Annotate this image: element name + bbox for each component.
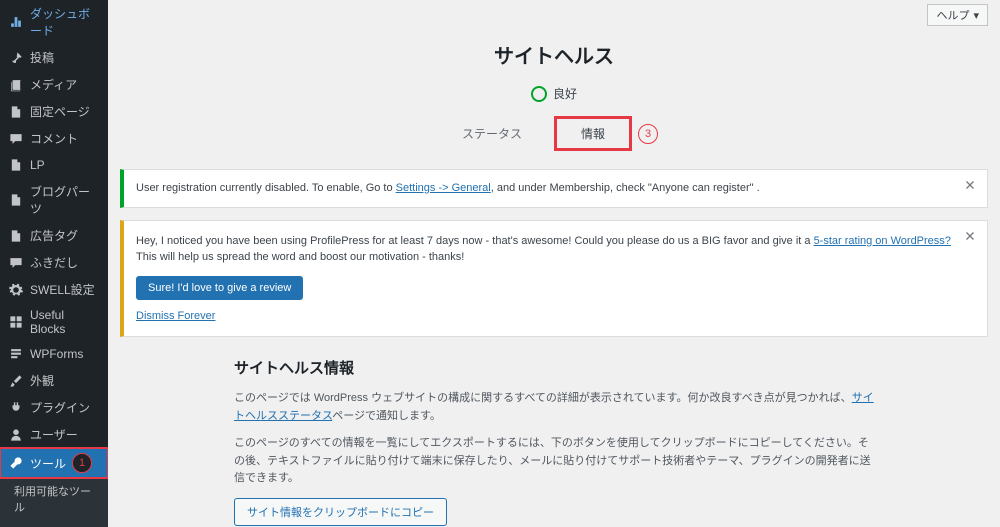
sidebar-item-WPForms[interactable]: WPForms: [0, 341, 108, 367]
sidebar-item-ダッシュボード[interactable]: ダッシュボード: [0, 0, 108, 44]
sidebar-item-ユーザー[interactable]: ユーザー: [0, 421, 108, 448]
page-title: サイトヘルス: [120, 40, 988, 69]
sidebar-item-label: ユーザー: [30, 426, 78, 443]
help-toggle[interactable]: ヘルプ ▾: [927, 4, 988, 26]
sidebar-item-SWELL設定[interactable]: SWELL設定: [0, 276, 108, 303]
sidebar-item-label: SWELL設定: [30, 281, 95, 298]
sidebar-item-label: 固定ページ: [30, 103, 90, 120]
page-icon: [8, 228, 24, 244]
status-circle-icon: [531, 86, 547, 102]
sidebar-item-label: Useful Blocks: [30, 308, 100, 336]
info-section-title: サイトヘルス情報: [234, 357, 874, 378]
sidebar-item-label: ブログパーツ: [30, 183, 100, 217]
dashboard-icon: [8, 14, 24, 30]
blocks-icon: [8, 314, 24, 330]
notice-registration: User registration currently disabled. To…: [120, 169, 988, 208]
info-desc-2: このページのすべての情報を一覧にしてエクスポートするには、下のボタンを使用してク…: [234, 435, 874, 488]
sidebar-item-ツール[interactable]: ツール 1: [0, 448, 108, 478]
chevron-down-icon: ▾: [973, 9, 979, 22]
status-label: 良好: [553, 85, 577, 102]
sidebar-item-ふきだし[interactable]: ふきだし: [0, 249, 108, 276]
settings-general-link[interactable]: Settings -> General: [396, 182, 491, 194]
sidebar-item-投稿[interactable]: 投稿: [0, 44, 108, 71]
sidebar-item-LP[interactable]: LP: [0, 152, 108, 178]
form-icon: [8, 346, 24, 362]
sidebar-item-メディア[interactable]: メディア: [0, 71, 108, 98]
sidebar-item-label: ダッシュボード: [30, 5, 100, 39]
sidebar-item-広告タグ[interactable]: 広告タグ: [0, 222, 108, 249]
sidebar-item-ブログパーツ[interactable]: ブログパーツ: [0, 178, 108, 222]
main-content: ヘルプ ▾ サイトヘルス 良好 ステータス 情報 3 User registra…: [108, 0, 1000, 527]
dismiss-notice-button[interactable]: [963, 178, 979, 194]
sidebar-item-label: ふきだし: [30, 254, 78, 271]
copy-site-info-button[interactable]: サイト情報をクリップボードにコピー: [234, 498, 447, 526]
brush-icon: [8, 373, 24, 389]
sidebar-item-label: 投稿: [30, 49, 54, 66]
sidebar-item-プラグイン[interactable]: プラグイン: [0, 394, 108, 421]
sidebar-item-固定ページ[interactable]: 固定ページ: [0, 98, 108, 125]
annotation-3: 3: [638, 124, 658, 144]
wrench-icon: [8, 455, 24, 471]
sidebar-item-外観[interactable]: 外観: [0, 367, 108, 394]
comment-icon: [8, 131, 24, 147]
info-desc-1: このページでは WordPress ウェブサイトの構成に関するすべての詳細が表示…: [234, 390, 874, 425]
sidebar-item-label: WPForms: [30, 347, 83, 361]
sidebar-item-label: コメント: [30, 130, 78, 147]
sidebar-item-Useful Blocks[interactable]: Useful Blocks: [0, 303, 108, 341]
page-icon: [8, 104, 24, 120]
submenu-item-インポート[interactable]: インポート: [0, 520, 108, 527]
tab-info[interactable]: 情報: [554, 116, 632, 151]
sidebar-item-label: ツール: [30, 455, 66, 472]
pin-icon: [8, 50, 24, 66]
submenu-item-利用可能なツール[interactable]: 利用可能なツール: [0, 478, 108, 520]
tab-status[interactable]: ステータス: [450, 119, 534, 148]
comment-icon: [8, 255, 24, 271]
media-icon: [8, 77, 24, 93]
notice-profilepress: Hey, I noticed you have been using Profi…: [120, 220, 988, 338]
health-tabs: ステータス 情報 3: [120, 116, 988, 151]
dismiss-notice-button[interactable]: [963, 229, 979, 245]
gear-icon: [8, 282, 24, 298]
give-review-button[interactable]: Sure! I'd love to give a review: [136, 276, 303, 300]
sidebar-item-label: 外観: [30, 372, 54, 389]
admin-sidebar: ダッシュボード投稿メディア固定ページコメント LP ブログパーツ広告タグふきだし SW…: [0, 0, 108, 527]
dismiss-forever-link[interactable]: Dismiss Forever: [136, 308, 955, 325]
sidebar-item-label: メディア: [30, 76, 77, 93]
page-icon: [8, 192, 24, 208]
sidebar-item-コメント[interactable]: コメント: [0, 125, 108, 152]
health-status: 良好: [120, 85, 988, 102]
plugin-icon: [8, 400, 24, 416]
page-icon: [8, 157, 24, 173]
sidebar-item-label: LP: [30, 158, 45, 172]
sidebar-item-label: 広告タグ: [30, 227, 78, 244]
user-icon: [8, 427, 24, 443]
sidebar-item-label: プラグイン: [30, 399, 90, 416]
annotation-1: 1: [72, 453, 92, 473]
rating-link[interactable]: 5-star rating on WordPress?: [814, 235, 951, 247]
